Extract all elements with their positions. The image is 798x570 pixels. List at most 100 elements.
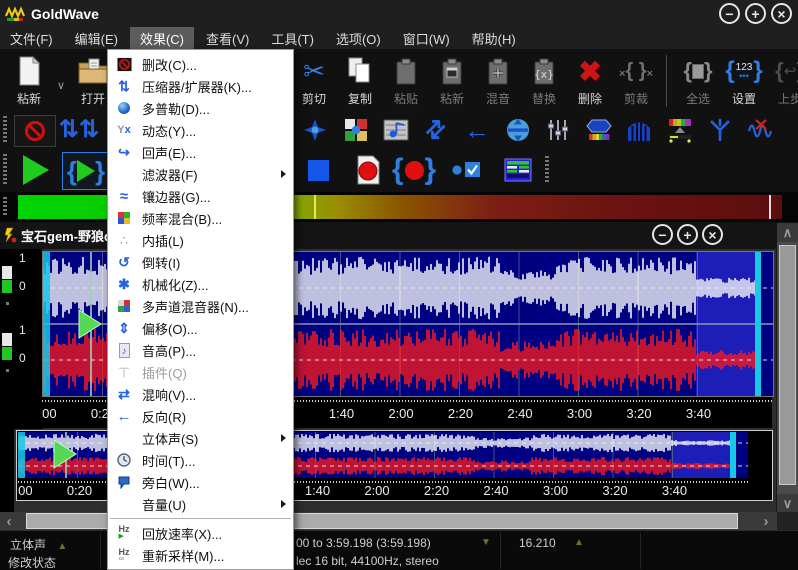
stop-icon bbox=[308, 160, 329, 181]
replace-button[interactable]: {x}替换 bbox=[521, 53, 567, 109]
effects-menu-item-pitch[interactable]: ♪音高(P)... bbox=[108, 339, 293, 361]
left-channel-button[interactable] bbox=[2, 266, 12, 279]
paste-new-icon bbox=[439, 53, 465, 89]
replace-icon: {x} bbox=[531, 53, 557, 89]
set-points-button[interactable]: {123•••}设置 bbox=[721, 53, 767, 109]
menu-file[interactable]: 文件(F) bbox=[0, 27, 63, 50]
menu-help[interactable]: 帮助(H) bbox=[462, 27, 526, 50]
effects-menu-item-interpolate[interactable]: ∴内插(L) bbox=[108, 229, 293, 251]
equalizer-effect-button[interactable] bbox=[539, 115, 577, 145]
paste-button[interactable]: 粘贴 bbox=[383, 53, 429, 109]
doc-maximize-button[interactable]: + bbox=[677, 224, 698, 245]
filter-gate-effect-button[interactable] bbox=[620, 115, 658, 145]
spectrum-effect-button[interactable] bbox=[661, 115, 699, 145]
effects-menu-item-mechanize[interactable]: ✱机械化(Z)... bbox=[108, 273, 293, 295]
toolbar-drag-handle[interactable] bbox=[3, 154, 7, 186]
noise-gate-effect-button[interactable] bbox=[742, 115, 780, 145]
record-new-button[interactable] bbox=[346, 152, 390, 188]
effects-menu-item-reverse[interactable]: ←反向(R) bbox=[108, 405, 293, 427]
doppler-effect-button[interactable] bbox=[296, 115, 334, 145]
menu-effects[interactable]: 效果(C) bbox=[130, 27, 194, 50]
control-window-button[interactable] bbox=[496, 152, 540, 188]
stop-button[interactable] bbox=[296, 152, 340, 188]
record-selection-button[interactable]: {} bbox=[392, 152, 436, 188]
undo-modify-button[interactable] bbox=[14, 115, 56, 147]
vertical-scrollbar-thumb[interactable] bbox=[779, 245, 796, 485]
select-all-button[interactable]: {}全选 bbox=[675, 53, 721, 109]
effects-menu-item-echo[interactable]: ↪回声(E)... bbox=[108, 141, 293, 163]
scroll-up-icon[interactable]: ∧ bbox=[777, 223, 798, 242]
effects-menu-item-time[interactable]: 时间(T)... bbox=[108, 449, 293, 471]
scroll-down-icon[interactable]: ∨ bbox=[777, 494, 798, 513]
effects-menu-item-no-entry[interactable]: 删改(C)... bbox=[108, 53, 293, 75]
channel-mode-cell[interactable]: 立体声 ▲ bbox=[10, 536, 67, 553]
close-button[interactable]: × bbox=[771, 3, 792, 24]
exchange-effect-button[interactable]: ⇄ bbox=[418, 115, 456, 145]
trim-button[interactable]: ×{ }×剪裁 bbox=[613, 53, 659, 109]
effects-menu-item-dynamics[interactable]: Yx动态(Y)... bbox=[108, 119, 293, 141]
menu-edit[interactable]: 编辑(E) bbox=[65, 27, 128, 50]
menu-tools[interactable]: 工具(T) bbox=[261, 27, 324, 50]
time-tick-label: 1:40 bbox=[320, 406, 364, 421]
effects-menu-item-sub-20[interactable]: 音量(U) bbox=[108, 493, 293, 515]
down-triangle-icon[interactable]: ▼ bbox=[481, 537, 491, 548]
new-dropdown-chevron-icon[interactable]: ∨ bbox=[57, 79, 65, 92]
effects-menu-item-sub-5[interactable]: 滤波器(F) bbox=[108, 163, 293, 185]
amplitude-label: 1 bbox=[19, 323, 26, 337]
toolbar-button-label: 全选 bbox=[686, 90, 710, 107]
effects-menu-item-doppler[interactable]: 多普勒(D)... bbox=[108, 97, 293, 119]
play-selection-button[interactable]: { } bbox=[62, 152, 110, 190]
trim-icon: ×{ }× bbox=[619, 53, 653, 89]
toolbar-drag-handle[interactable] bbox=[3, 116, 7, 144]
cut-button[interactable]: ✂剪切 bbox=[291, 53, 337, 109]
compressor-expander-button[interactable]: ⇅⇅ bbox=[58, 115, 100, 145]
effects-menu-item-voice-over[interactable]: 旁白(W)... bbox=[108, 471, 293, 493]
exchange-icon: ⇄ bbox=[426, 118, 446, 142]
delete-button[interactable]: ✖删除 bbox=[567, 53, 613, 109]
toolbar-drag-handle[interactable] bbox=[545, 156, 549, 184]
copy-button[interactable]: 复制 bbox=[337, 53, 383, 109]
effects-menu-item-flanger[interactable]: ≈镶边器(G)... bbox=[108, 185, 293, 207]
offset-effect-button[interactable] bbox=[499, 115, 537, 145]
scroll-left-icon[interactable]: ‹ bbox=[0, 512, 18, 530]
monitor-button[interactable] bbox=[444, 152, 488, 188]
menu-view[interactable]: 查看(V) bbox=[196, 27, 259, 50]
effects-menu-item-reverb[interactable]: ⇄混响(V)... bbox=[108, 383, 293, 405]
scroll-right-icon[interactable]: › bbox=[757, 512, 775, 530]
doc-minimize-button[interactable]: − bbox=[652, 224, 673, 245]
effects-menu-item-mixer[interactable]: 多声道混音器(N)... bbox=[108, 295, 293, 317]
toolbar-button-label: 粘贴 bbox=[394, 90, 418, 107]
menu-window[interactable]: 窗口(W) bbox=[393, 27, 460, 50]
left-channel-enabled-button[interactable] bbox=[2, 280, 12, 293]
doc-close-button[interactable]: × bbox=[702, 224, 723, 245]
flanger-effect-button[interactable] bbox=[580, 115, 618, 145]
up-triangle-icon[interactable]: ▲ bbox=[574, 537, 584, 548]
meter-drag-handle[interactable] bbox=[3, 197, 7, 217]
splitter-effect-button[interactable] bbox=[701, 115, 739, 145]
undo-step-button[interactable]: {↩}上步 bbox=[767, 53, 798, 109]
vertical-scrollbar[interactable]: ∧ ∨ bbox=[777, 223, 798, 513]
mix-button[interactable]: 混音 bbox=[475, 53, 521, 109]
right-channel-enabled-button[interactable] bbox=[2, 347, 12, 360]
control-window-icon bbox=[504, 158, 532, 182]
effects-menu-item-sub-17[interactable]: 立体声(S) bbox=[108, 427, 293, 449]
menu-item-label: 机械化(Z)... bbox=[142, 275, 208, 294]
right-channel-button[interactable] bbox=[2, 333, 12, 346]
effects-menu-item-invert[interactable]: ↺倒转(I) bbox=[108, 251, 293, 273]
menu-options[interactable]: 选项(O) bbox=[326, 27, 391, 50]
menu-item-label: 重新采样(M)... bbox=[142, 546, 224, 565]
play-button[interactable] bbox=[14, 152, 58, 188]
reverse-effect-button[interactable]: ← bbox=[458, 115, 496, 145]
effects-menu-item-offset[interactable]: ⇕偏移(O)... bbox=[108, 317, 293, 339]
paste-new-button[interactable]: 粘新 bbox=[429, 53, 475, 109]
effects-menu-item-compressor[interactable]: ⇅压缩器/扩展器(K)... bbox=[108, 75, 293, 97]
maximize-button[interactable]: + bbox=[745, 3, 766, 24]
paste-new-file-button[interactable]: 粘新 bbox=[6, 53, 52, 109]
effects-menu-item-plugin[interactable]: ⊤插件(Q) bbox=[108, 361, 293, 383]
effects-menu-item-resample[interactable]: Hz∞重新采样(M)... bbox=[108, 544, 293, 566]
effects-menu-item-freq-blend[interactable]: 频率混合(B)... bbox=[108, 207, 293, 229]
effects-menu-item-playback-rate[interactable]: Hz▶回放速率(X)... bbox=[108, 522, 293, 544]
mixer-effect-button[interactable] bbox=[337, 115, 375, 145]
pitch-effect-button[interactable] bbox=[377, 115, 415, 145]
minimize-button[interactable]: − bbox=[719, 3, 740, 24]
